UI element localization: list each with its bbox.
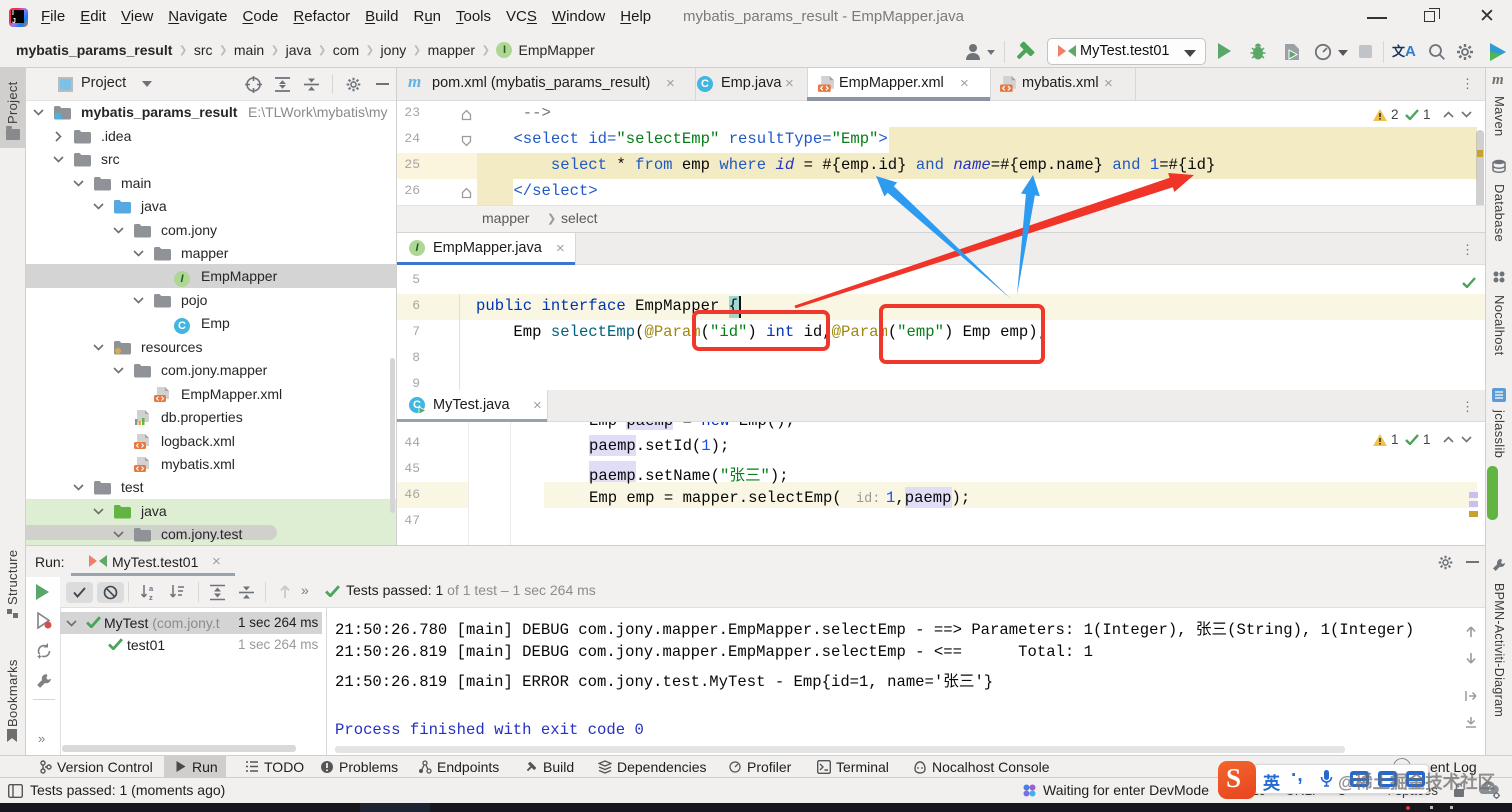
svg-text:?: ? — [1487, 783, 1493, 793]
svg-text:a: a — [149, 584, 154, 593]
svg-text:z: z — [149, 593, 153, 601]
